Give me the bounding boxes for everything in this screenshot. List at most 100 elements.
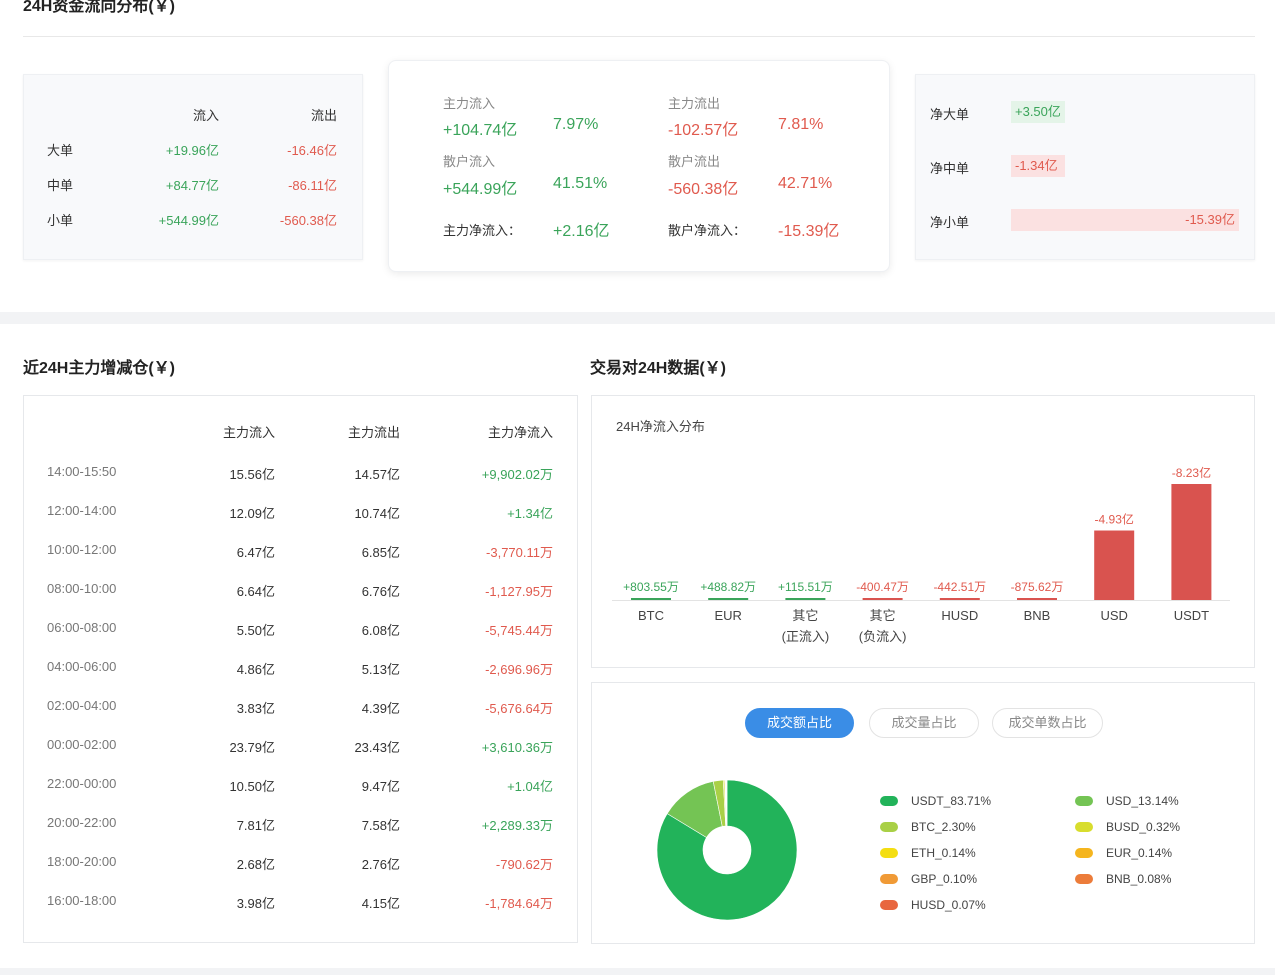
tab-turnover-share[interactable]: 成交额占比 xyxy=(745,708,854,738)
legend-swatch xyxy=(1075,796,1093,806)
bar-category-label: BNB xyxy=(1024,608,1051,623)
header-main-net: 主力净流入 xyxy=(487,425,553,440)
small-order-row: 小单 +544.99亿 -560.38亿 xyxy=(24,210,362,230)
legend-swatch xyxy=(880,900,898,910)
row-main-outflow: 14.57亿 xyxy=(354,467,400,482)
legend-swatch xyxy=(1075,848,1093,858)
row-main-outflow: 4.15亿 xyxy=(361,896,400,911)
bar-category-label: 其它 xyxy=(792,608,818,623)
table-row: 14:00-15:50 15.56亿 14.57亿 +9,902.02万 xyxy=(24,464,577,484)
row-time: 20:00-22:00 xyxy=(47,815,117,830)
row-main-inflow: 6.64亿 xyxy=(236,584,275,599)
bar-0 xyxy=(631,598,671,600)
main-net-label: 主力净流入： xyxy=(443,223,522,238)
table-row: 20:00-22:00 7.81亿 7.58亿 +2,289.33万 xyxy=(24,815,577,835)
row-label: 中单 xyxy=(47,178,74,193)
section-separator xyxy=(0,312,1275,324)
legend-swatch xyxy=(880,874,898,884)
row-main-net: +9,902.02万 xyxy=(481,467,553,482)
bar-2 xyxy=(785,598,826,600)
row-time: 02:00-04:00 xyxy=(47,698,117,713)
row-main-outflow: 9.47亿 xyxy=(361,779,400,794)
row-main-net: +2,289.33万 xyxy=(481,818,553,833)
legend-label: HUSD_0.07% xyxy=(911,898,986,912)
row-main-net: -5,745.44万 xyxy=(485,623,553,638)
bar-value-label: +115.51万 xyxy=(778,580,833,594)
footer-separator xyxy=(0,968,1275,975)
table-row: 12:00-14:00 12.09亿 10.74亿 +1.34亿 xyxy=(24,503,577,523)
main-position-table: 主力流入 主力流出 主力净流入 14:00-15:50 15.56亿 14.57亿 +… xyxy=(23,395,578,943)
net-medium-label: 净中单 xyxy=(930,161,970,176)
row-main-inflow: 7.81亿 xyxy=(236,818,275,833)
row-main-net: -790.62万 xyxy=(495,857,553,872)
row-main-inflow: 15.56亿 xyxy=(229,467,275,482)
legend-swatch xyxy=(880,848,898,858)
main-inflow-value: +104.74亿 xyxy=(443,122,518,139)
card-header-row: 流入 流出 xyxy=(24,105,362,125)
bar-5 xyxy=(1017,598,1057,600)
table-row: 22:00-00:00 10.50亿 9.47亿 +1.04亿 xyxy=(24,776,577,796)
row-main-outflow: 23.43亿 xyxy=(354,740,400,755)
row-time: 06:00-08:00 xyxy=(47,620,117,635)
row-main-inflow: 2.68亿 xyxy=(236,857,275,872)
net-order-card: 净大单 +3.50亿 净中单 -1.34亿 净小单 -15.39亿 xyxy=(915,74,1255,260)
main-net-value: +2.16亿 xyxy=(553,223,610,240)
tab-volume-share[interactable]: 成交量占比 xyxy=(869,708,979,738)
row-main-net: +3,610.36万 xyxy=(481,740,553,755)
row-time: 14:00-15:50 xyxy=(47,464,117,479)
bar-value-label: -875.62万 xyxy=(1011,580,1064,594)
row-main-outflow: 4.39亿 xyxy=(361,701,400,716)
legend-label: USD_13.14% xyxy=(1106,794,1179,808)
row-main-outflow: 5.13亿 xyxy=(361,662,400,677)
bar-value-label: -400.47万 xyxy=(856,580,909,594)
legend-label: BUSD_0.32% xyxy=(1106,820,1181,834)
retail-outflow-value: -560.38亿 xyxy=(668,181,739,198)
row-main-outflow: 2.76亿 xyxy=(361,857,400,872)
row-main-inflow: 3.83亿 xyxy=(236,701,275,716)
retail-outflow-pct: 42.71% xyxy=(778,175,833,192)
main-retail-flow-card: 主力流入 +104.74亿 7.97% 主力流出 -102.57亿 7.81% … xyxy=(388,60,890,272)
tab-order-count-share[interactable]: 成交单数占比 xyxy=(992,708,1103,738)
row-main-net: +1.34亿 xyxy=(507,506,553,521)
share-donut-chart xyxy=(656,779,798,921)
row-outflow: -560.38亿 xyxy=(279,213,337,228)
row-time: 22:00-00:00 xyxy=(47,776,117,791)
bar-category-label: 其它 xyxy=(870,608,896,623)
row-time: 12:00-14:00 xyxy=(47,503,117,518)
row-outflow: -86.11亿 xyxy=(288,178,337,193)
bar-4 xyxy=(939,598,980,600)
divider xyxy=(23,36,1255,37)
row-main-net: -2,696.96万 xyxy=(485,662,553,677)
row-time: 04:00-06:00 xyxy=(47,659,117,674)
table-row: 10:00-12:00 6.47亿 6.85亿 -3,770.11万 xyxy=(24,542,577,562)
row-time: 08:00-10:00 xyxy=(47,581,117,596)
main-inflow-pct: 7.97% xyxy=(553,116,599,133)
retail-inflow-label: 散户流入 xyxy=(443,154,496,169)
order-size-flow-card: 流入 流出 大单 +19.96亿 -16.46亿 中单 +84.77亿 -86.… xyxy=(23,74,363,260)
row-inflow: +84.77亿 xyxy=(165,178,219,193)
retail-net-value: -15.39亿 xyxy=(778,223,840,240)
row-main-net: +1.04亿 xyxy=(507,779,553,794)
outflow-header: 流出 xyxy=(310,108,337,123)
bar-category-label: EUR xyxy=(714,608,741,623)
row-main-inflow: 23.79亿 xyxy=(229,740,275,755)
net-small-bar: -15.39亿 xyxy=(1011,209,1239,231)
row-main-inflow: 3.98亿 xyxy=(236,896,275,911)
row-inflow: +19.96亿 xyxy=(165,143,219,158)
legend-swatch xyxy=(1075,822,1093,832)
bar-7 xyxy=(1171,484,1212,600)
row-main-inflow: 10.50亿 xyxy=(229,779,275,794)
table-row: 08:00-10:00 6.64亿 6.76亿 -1,127.95万 xyxy=(24,581,577,601)
bar-value-label: +803.55万 xyxy=(623,580,679,594)
share-chart-card: 成交额占比 成交量占比 成交单数占比 USDT_83.71% USD_13.14%… xyxy=(591,682,1255,944)
bar-1 xyxy=(708,598,749,600)
row-main-outflow: 6.76亿 xyxy=(361,584,400,599)
bar-value-label: -4.93亿 xyxy=(1095,512,1134,527)
row-main-outflow: 7.58亿 xyxy=(361,818,400,833)
row-main-outflow: 10.74亿 xyxy=(354,506,400,521)
bar-category-label: (正流入) xyxy=(782,629,830,644)
net-medium-bar: -1.34亿 xyxy=(1011,155,1065,177)
net-inflow-chart-card: 24H净流入分布 +803.55万 BTC +488.82万 EUR +115.51万其… xyxy=(591,395,1255,668)
row-label: 大单 xyxy=(47,143,74,158)
row-main-net: -3,770.11万 xyxy=(486,545,553,560)
